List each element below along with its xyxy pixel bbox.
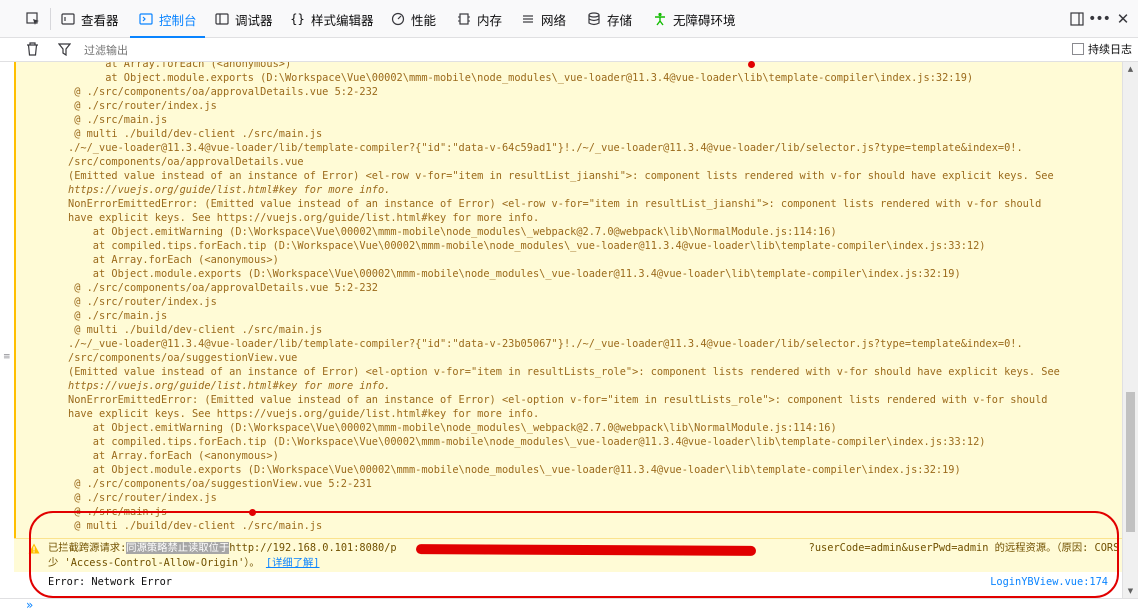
tab-accessibility[interactable]: 无障碍环境 xyxy=(652,0,736,38)
tab-inspector[interactable]: 查看器 xyxy=(60,0,119,38)
tab-storage-label: 存储 xyxy=(607,12,633,28)
devtools-toolbar: 查看器 控制台 调试器 {} 样式编辑器 性能 内存 网络 存储 无障碍环境 •… xyxy=(0,0,1138,38)
tab-style-editor-label: 样式编辑器 xyxy=(311,12,374,28)
log-line: at Array.forEach (<anonymous>) xyxy=(68,450,279,462)
scroll-down-arrow-icon[interactable]: ▼ xyxy=(1123,584,1138,598)
log-line: at Array.forEach (<anonymous>) xyxy=(68,62,292,70)
inspector-icon xyxy=(60,12,75,27)
log-line: @ multi ./build/dev-client ./src/main.js xyxy=(68,324,323,336)
accessibility-icon xyxy=(652,12,667,27)
log-line: at Array.forEach (<anonymous>) xyxy=(68,254,279,266)
log-line: at Object.module.exports (D:\Workspace\V… xyxy=(68,464,961,476)
tab-inspector-label: 查看器 xyxy=(81,12,119,28)
log-line: NonErrorEmittedError: (Emitted value ins… xyxy=(68,198,1042,210)
log-line: @ ./src/components/oa/approvalDetails.vu… xyxy=(68,86,378,98)
performance-icon xyxy=(390,12,405,27)
log-line: @ ./src/main.js xyxy=(68,310,168,322)
log-line: have explicit keys. See https://vuejs.or… xyxy=(68,212,540,224)
funnel-icon xyxy=(57,42,71,56)
log-line: at Object.module.exports (D:\Workspace\V… xyxy=(68,268,961,280)
clear-console-button[interactable] xyxy=(24,41,40,57)
close-icon: ✕ xyxy=(1116,10,1130,28)
scrollbar-thumb[interactable] xyxy=(1126,392,1135,532)
tab-performance-label: 性能 xyxy=(411,12,437,28)
tab-network-label: 网络 xyxy=(541,12,567,28)
log-line: /src/components/oa/suggestionView.vue xyxy=(68,352,298,364)
dock-toggle-button[interactable] xyxy=(1066,0,1088,38)
persist-logs-label: 持续日志 xyxy=(1088,43,1132,56)
storage-icon xyxy=(586,12,601,27)
tab-network[interactable]: 网络 xyxy=(520,0,566,38)
left-gutter: ≡ xyxy=(0,62,14,598)
more-options-button[interactable]: ••• xyxy=(1088,0,1111,38)
log-line: NonErrorEmittedError: (Emitted value ins… xyxy=(68,394,1048,406)
log-line: @ ./src/main.js xyxy=(68,114,168,126)
log-line: @ ./src/components/oa/approvalDetails.vu… xyxy=(68,282,378,294)
filter-button[interactable] xyxy=(56,41,72,57)
annotation-dot xyxy=(748,61,755,68)
network-icon xyxy=(520,12,535,27)
log-line: @ multi ./build/dev-client ./src/main.js xyxy=(68,128,323,140)
tab-debugger[interactable]: 调试器 xyxy=(214,0,273,38)
tab-memory[interactable]: 内存 xyxy=(456,0,502,38)
debugger-icon xyxy=(214,12,229,27)
log-line: at compiled.tips.forEach.tip (D:\Workspa… xyxy=(68,436,986,448)
scroll-up-arrow-icon[interactable]: ▲ xyxy=(1123,62,1138,76)
log-line: ./~/_vue-loader@11.3.4@vue-loader/lib/te… xyxy=(68,338,1023,350)
log-line: https://vuejs.org/guide/list.html#key fo… xyxy=(68,184,391,196)
element-picker-icon xyxy=(26,12,41,27)
sidebar-splitter-icon[interactable]: ≡ xyxy=(3,352,11,364)
vertical-scrollbar[interactable]: ▲ ▼ xyxy=(1122,62,1138,598)
tab-accessibility-label: 无障碍环境 xyxy=(673,12,736,28)
prompt-chevron-icon: » xyxy=(26,598,34,612)
log-line: ./~/_vue-loader@11.3.4@vue-loader/lib/te… xyxy=(68,142,1023,154)
style-editor-icon: {} xyxy=(290,12,305,26)
console-filter-bar: 过滤输出 持续日志 xyxy=(0,38,1138,62)
element-picker-button[interactable] xyxy=(22,0,44,38)
persist-logs-toggle[interactable]: 持续日志 xyxy=(1072,41,1132,57)
persist-logs-checkbox[interactable] xyxy=(1072,43,1084,55)
memory-icon xyxy=(456,12,471,27)
log-line: at Object.emitWarning (D:\Workspace\Vue\… xyxy=(68,422,837,434)
log-line: (Emitted value instead of an instance of… xyxy=(68,170,1054,182)
toolbar-separator xyxy=(50,8,51,30)
log-line: at compiled.tips.forEach.tip (D:\Workspa… xyxy=(68,240,986,252)
tab-console-label: 控制台 xyxy=(159,12,197,28)
log-line: (Emitted value instead of an instance of… xyxy=(68,366,1060,378)
log-line: @ ./src/router/index.js xyxy=(68,100,217,112)
dock-icon xyxy=(1070,12,1084,26)
tab-performance[interactable]: 性能 xyxy=(390,0,436,38)
meatball-menu-icon: ••• xyxy=(1088,11,1111,27)
close-devtools-button[interactable]: ✕ xyxy=(1112,0,1134,38)
log-line: at Object.module.exports (D:\Workspace\V… xyxy=(68,72,974,84)
tab-storage[interactable]: 存储 xyxy=(586,0,632,38)
console-icon xyxy=(138,12,153,27)
log-line: @ ./src/router/index.js xyxy=(68,492,217,504)
log-line: @ ./src/components/oa/suggestionView.vue… xyxy=(68,478,372,490)
log-line: have explicit keys. See https://vuejs.or… xyxy=(68,408,540,420)
trash-icon xyxy=(26,42,38,56)
warning-message: at Array.forEach (<anonymous>) at Object… xyxy=(14,62,1122,538)
tab-style-editor[interactable]: {} 样式编辑器 xyxy=(290,0,374,38)
tab-debugger-label: 调试器 xyxy=(235,12,273,28)
console-input[interactable]: » xyxy=(0,598,1138,612)
filter-output-input[interactable]: 过滤输出 xyxy=(84,42,128,58)
log-line: at Object.emitWarning (D:\Workspace\Vue\… xyxy=(68,226,837,238)
log-line: @ ./src/router/index.js xyxy=(68,296,217,308)
log-line: /src/components/oa/approvalDetails.vue xyxy=(68,156,304,168)
tab-memory-label: 内存 xyxy=(477,12,503,28)
tab-console[interactable]: 控制台 xyxy=(130,0,205,38)
annotation-oval xyxy=(29,511,1119,598)
log-line: https://vuejs.org/guide/list.html#key fo… xyxy=(68,380,391,392)
